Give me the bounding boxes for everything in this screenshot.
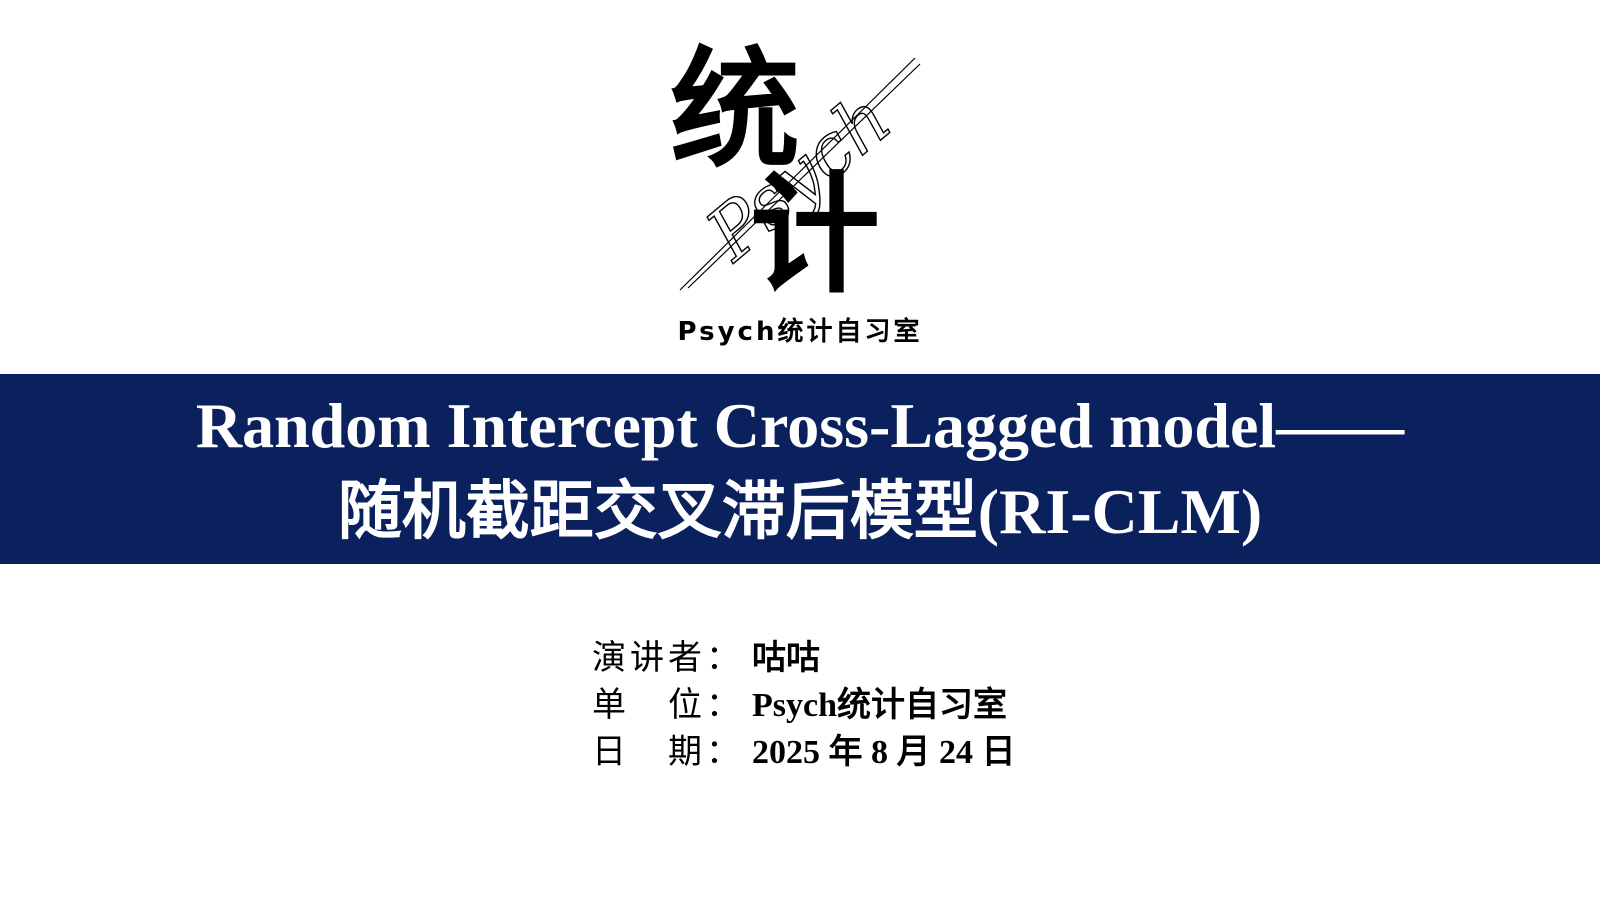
date-label: 日 期： — [592, 732, 744, 772]
date-row: 日 期： 2025 年 8 月 24 日 — [592, 724, 1232, 772]
logo: 统 计 Psych Psych统计自习室 — [640, 20, 960, 370]
presentation-info: 演讲者： 咕咕 单 位： Psych统计自习室 日 期： 2025 年 8 月 … — [592, 630, 1232, 772]
presenter-row: 演讲者： 咕咕 — [592, 630, 1232, 678]
date-value: 2025 年 8 月 24 日 — [752, 734, 1016, 771]
presenter-value: 咕咕 — [752, 640, 820, 677]
unit-label: 单 位： — [592, 685, 744, 725]
unit-row: 单 位： Psych统计自习室 — [592, 677, 1232, 725]
logo-graphic: 统 计 Psych Psych统计自习室 — [670, 34, 923, 347]
logo-caption: Psych统计自习室 — [678, 316, 923, 347]
title-chinese: 随机截距交叉滞后模型(RI-CLM) — [337, 476, 1263, 547]
title-banner: Random Intercept Cross-Lagged model—— 随机… — [0, 374, 1600, 564]
unit-value: Psych统计自习室 — [752, 687, 1007, 724]
presenter-label: 演讲者： — [592, 638, 744, 678]
title-english: Random Intercept Cross-Lagged model—— — [195, 390, 1405, 461]
